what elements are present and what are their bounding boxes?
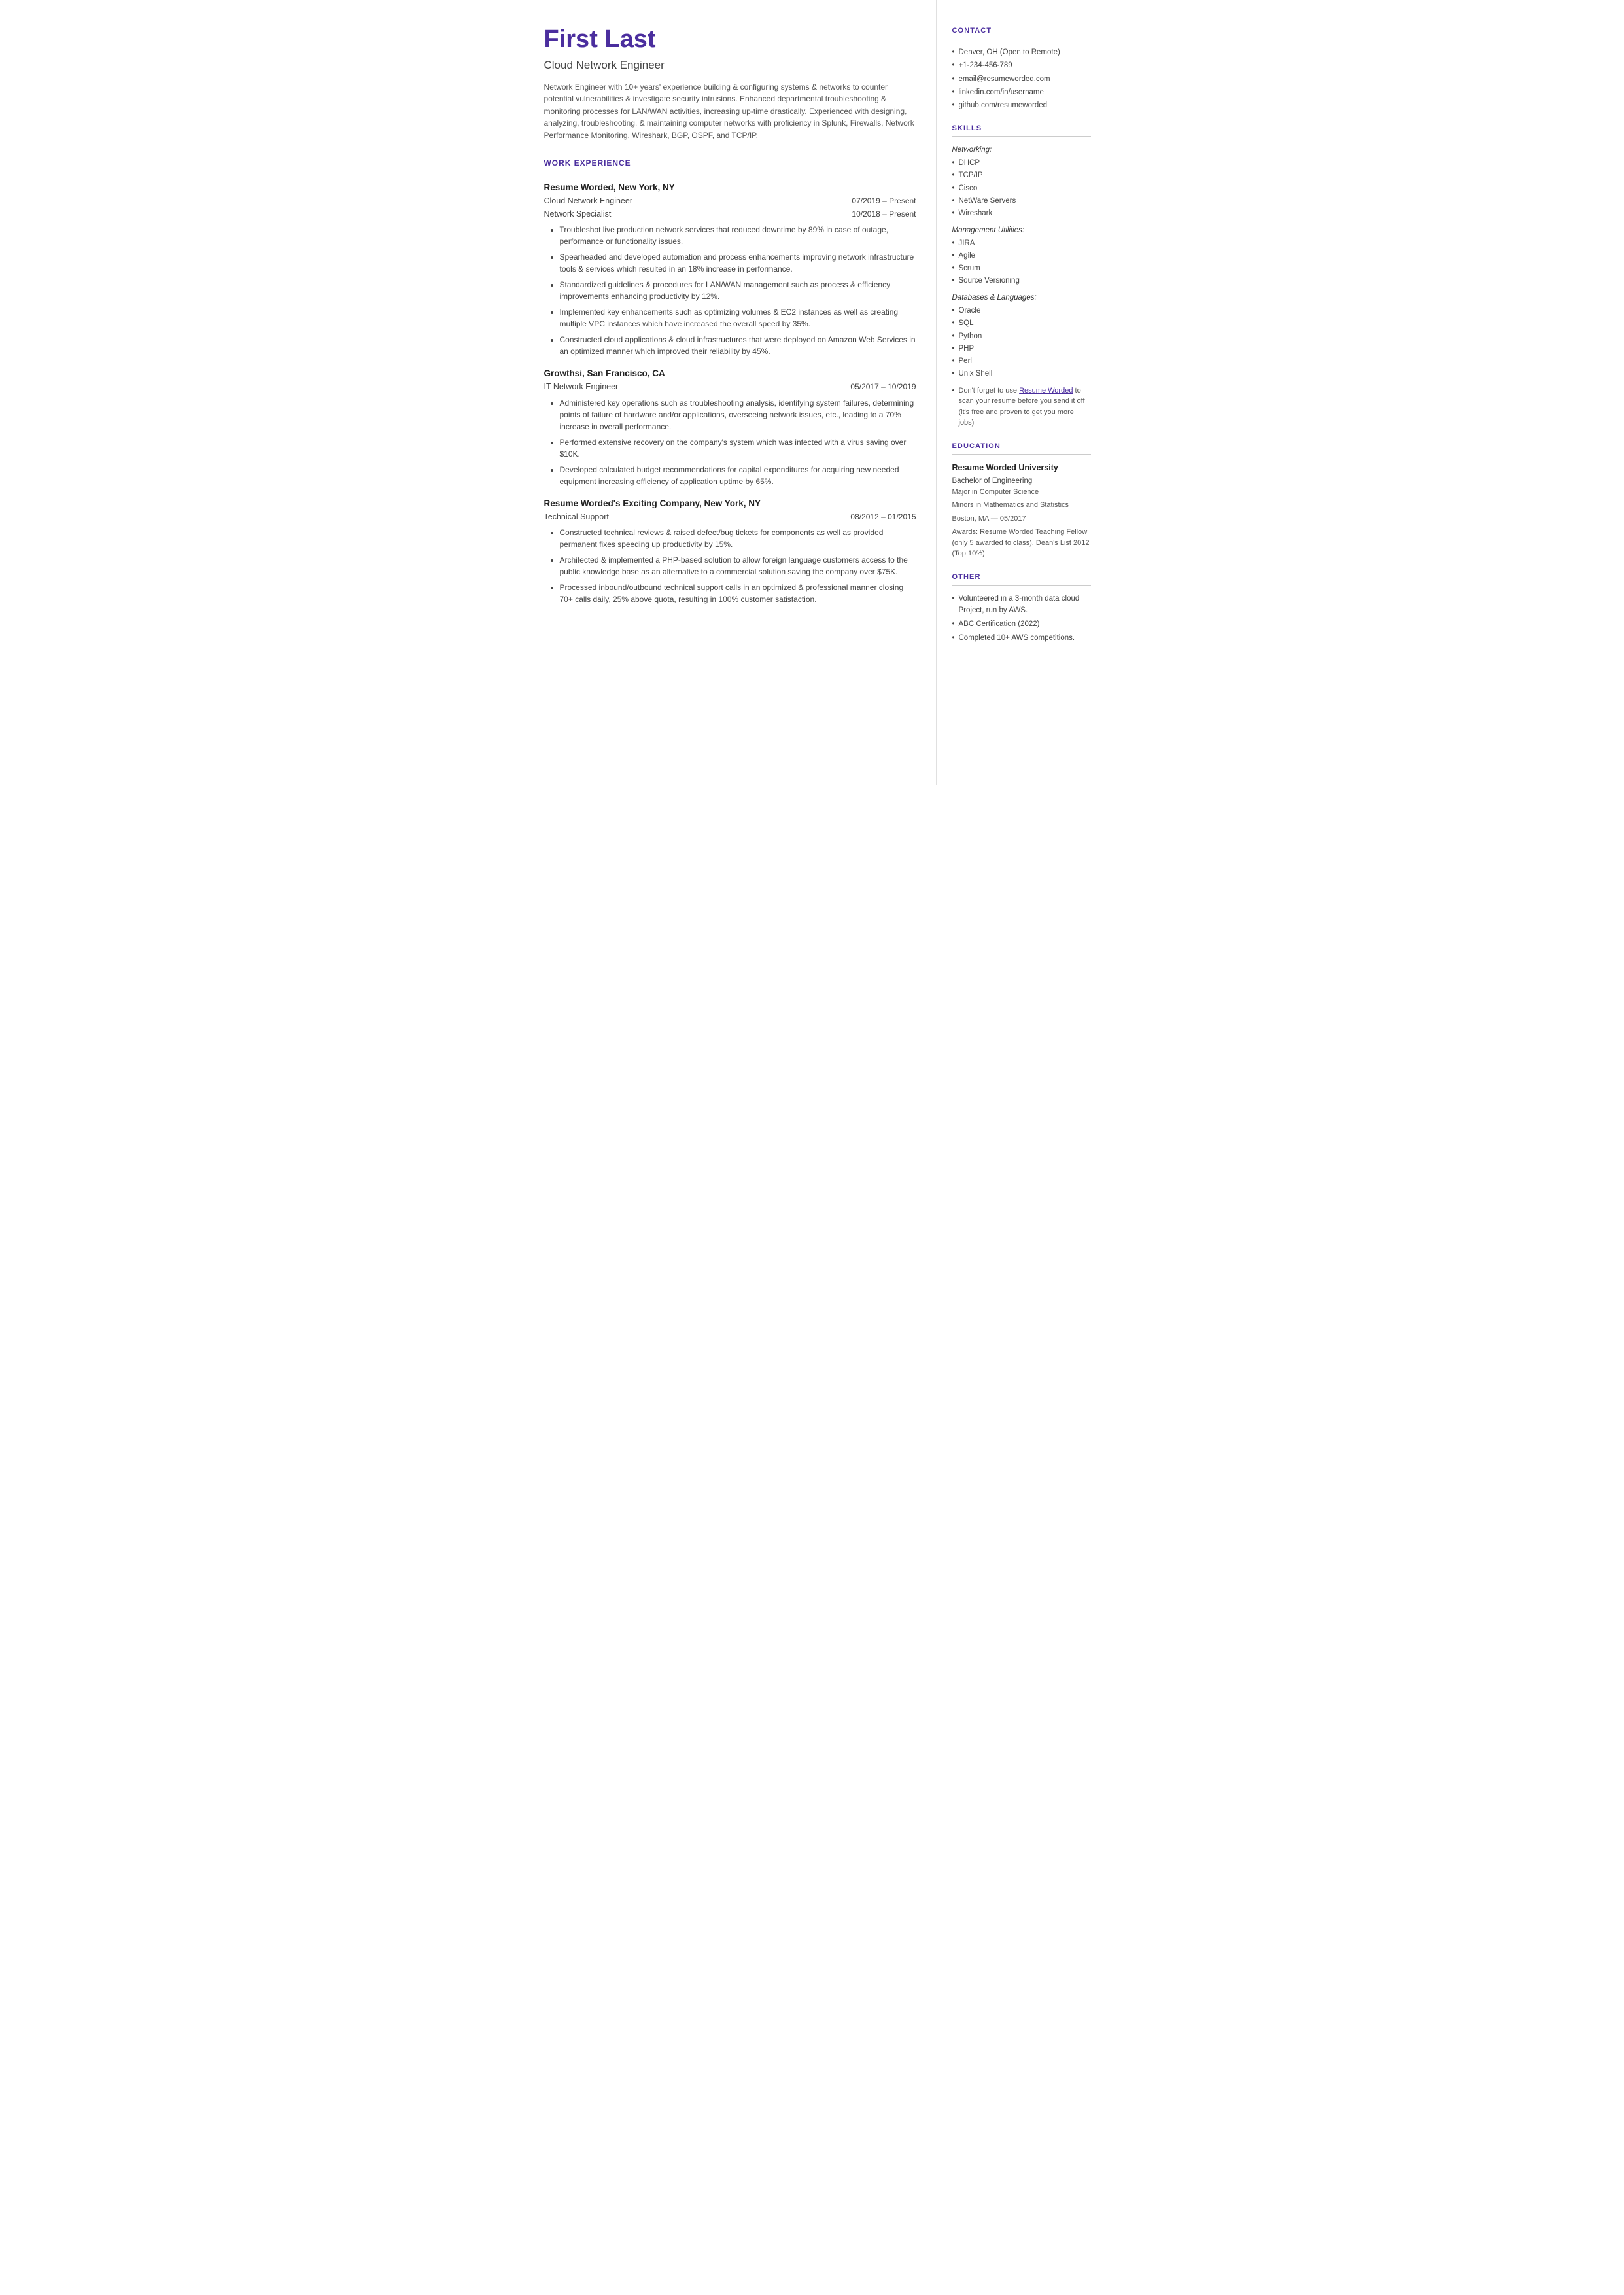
job-1-bullets: Troubleshot live production network serv… xyxy=(551,224,916,357)
skill-1-1: Agile xyxy=(952,251,1091,261)
job-1-role-2-row: Network Specialist 10/2018 – Present xyxy=(544,209,916,220)
skill-1-0: JIRA xyxy=(952,238,1091,249)
work-experience-title: WORK EXPERIENCE xyxy=(544,158,916,172)
skills-category-2-list: Oracle SQL Python PHP Perl Unix Shell xyxy=(952,306,1091,379)
job-3-role-1-date: 08/2012 – 01/2015 xyxy=(850,512,916,523)
job-1-role-1-date: 07/2019 – Present xyxy=(852,196,916,207)
job-1-bullet-4: Implemented key enhancements such as opt… xyxy=(560,306,916,330)
job-3-role-1-row: Technical Support 08/2012 – 01/2015 xyxy=(544,512,916,523)
company-3-name: Resume Worded's Exciting Company, New Yo… xyxy=(544,498,916,510)
summary: Network Engineer with 10+ years' experie… xyxy=(544,81,916,142)
job-2-bullet-1: Administered key operations such as trou… xyxy=(560,397,916,432)
other-list: Volunteered in a 3-month data cloud Proj… xyxy=(952,593,1091,644)
job-1: Resume Worded, New York, NY Cloud Networ… xyxy=(544,182,916,357)
resume-worded-link[interactable]: Resume Worded xyxy=(1019,387,1073,394)
job-2-role-1-row: IT Network Engineer 05/2017 – 10/2019 xyxy=(544,381,916,393)
job-1-role-2-date: 10/2018 – Present xyxy=(852,209,916,220)
edu-school: Resume Worded University xyxy=(952,463,1091,474)
skill-0-1: TCP/IP xyxy=(952,170,1091,181)
job-1-role-2-title: Network Specialist xyxy=(544,209,612,220)
job-2-bullet-2: Performed extensive recovery on the comp… xyxy=(560,436,916,460)
other-item-2: Completed 10+ AWS competitions. xyxy=(952,633,1091,644)
edu-awards: Awards: Resume Worded Teaching Fellow (o… xyxy=(952,527,1091,559)
skill-2-0: Oracle xyxy=(952,306,1091,316)
edu-degree: Bachelor of Engineering xyxy=(952,476,1091,486)
contact-item-2: email@resumeworded.com xyxy=(952,74,1091,84)
job-3-bullets: Constructed technical reviews & raised d… xyxy=(551,527,916,605)
left-column: First Last Cloud Network Engineer Networ… xyxy=(518,0,937,785)
resume-page: First Last Cloud Network Engineer Networ… xyxy=(518,0,1107,785)
job-2-bullet-3: Developed calculated budget recommendati… xyxy=(560,464,916,487)
job-3-role-1-title: Technical Support xyxy=(544,512,609,523)
skill-1-2: Scrum xyxy=(952,263,1091,273)
right-column: CONTACT Denver, OH (Open to Remote) +1-2… xyxy=(937,0,1107,785)
skill-2-1: SQL xyxy=(952,318,1091,328)
job-3-bullet-2: Architected & implemented a PHP-based so… xyxy=(560,554,916,578)
job-1-bullet-3: Standardized guidelines & procedures for… xyxy=(560,279,916,302)
candidate-name: First Last xyxy=(544,26,916,54)
note-prefix: Don't forget to use xyxy=(959,387,1020,394)
skill-2-5: Unix Shell xyxy=(952,368,1091,379)
job-2-role-1-date: 05/2017 – 10/2019 xyxy=(850,381,916,393)
job-3-bullet-3: Processed inbound/outbound technical sup… xyxy=(560,582,916,605)
other-item-1: ABC Certification (2022) xyxy=(952,619,1091,630)
skill-0-4: Wireshark xyxy=(952,208,1091,219)
job-title: Cloud Network Engineer xyxy=(544,58,916,73)
skill-2-3: PHP xyxy=(952,343,1091,354)
contact-item-3: linkedin.com/in/username xyxy=(952,87,1091,97)
job-1-bullet-5: Constructed cloud applications & cloud i… xyxy=(560,334,916,357)
other-item-0: Volunteered in a 3-month data cloud Proj… xyxy=(952,593,1091,616)
contact-section-title: CONTACT xyxy=(952,26,1091,39)
skill-0-0: DHCP xyxy=(952,158,1091,168)
skills-section-title: SKILLS xyxy=(952,124,1091,137)
skills-category-1-list: JIRA Agile Scrum Source Versioning xyxy=(952,238,1091,286)
resume-worded-note: Don't forget to use Resume Worded to sca… xyxy=(952,385,1091,429)
edu-location-date: Boston, MA — 05/2017 xyxy=(952,514,1091,525)
job-1-role-1-title: Cloud Network Engineer xyxy=(544,196,633,207)
contact-item-4: github.com/resumeworded xyxy=(952,100,1091,111)
company-2-name: Growthsi, San Francisco, CA xyxy=(544,368,916,380)
company-1-name: Resume Worded, New York, NY xyxy=(544,182,916,194)
other-section-title: OTHER xyxy=(952,572,1091,586)
skill-0-2: Cisco xyxy=(952,183,1091,194)
skill-1-3: Source Versioning xyxy=(952,275,1091,286)
skill-2-4: Perl xyxy=(952,356,1091,366)
job-2: Growthsi, San Francisco, CA IT Network E… xyxy=(544,368,916,487)
job-1-bullet-1: Troubleshot live production network serv… xyxy=(560,224,916,247)
contact-list: Denver, OH (Open to Remote) +1-234-456-7… xyxy=(952,47,1091,110)
skills-category-0-list: DHCP TCP/IP Cisco NetWare Servers Wiresh… xyxy=(952,158,1091,218)
education-section-title: EDUCATION xyxy=(952,442,1091,455)
job-3: Resume Worded's Exciting Company, New Yo… xyxy=(544,498,916,605)
job-1-role-1-row: Cloud Network Engineer 07/2019 – Present xyxy=(544,196,916,207)
job-2-role-1-title: IT Network Engineer xyxy=(544,381,619,393)
job-2-bullets: Administered key operations such as trou… xyxy=(551,397,916,487)
edu-major: Major in Computer Science xyxy=(952,487,1091,498)
skill-0-3: NetWare Servers xyxy=(952,196,1091,206)
edu-minors: Minors in Mathematics and Statistics xyxy=(952,500,1091,511)
contact-item-0: Denver, OH (Open to Remote) xyxy=(952,47,1091,58)
skills-category-1-name: Management Utilities: xyxy=(952,225,1091,236)
skills-category-0-name: Networking: xyxy=(952,145,1091,155)
job-3-bullet-1: Constructed technical reviews & raised d… xyxy=(560,527,916,550)
skills-category-2-name: Databases & Languages: xyxy=(952,292,1091,303)
job-1-bullet-2: Spearheaded and developed automation and… xyxy=(560,251,916,275)
contact-item-1: +1-234-456-789 xyxy=(952,60,1091,71)
skill-2-2: Python xyxy=(952,331,1091,342)
